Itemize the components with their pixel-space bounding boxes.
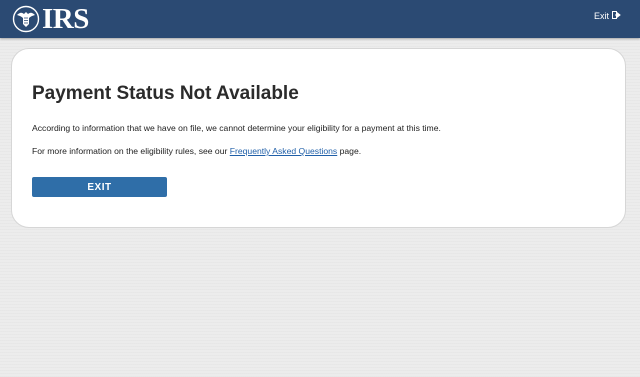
faq-message-suffix: page. bbox=[337, 146, 362, 156]
logo-text: IRS bbox=[42, 3, 89, 35]
header-exit-link[interactable]: Exit bbox=[594, 11, 622, 21]
faq-message-prefix: For more information on the eligibility … bbox=[32, 146, 230, 156]
irs-logo[interactable]: IRS bbox=[12, 4, 89, 34]
exit-button[interactable]: EXIT bbox=[32, 177, 167, 197]
page-title: Payment Status Not Available bbox=[32, 83, 299, 104]
exit-arrow-icon bbox=[612, 11, 622, 21]
eagle-seal-icon bbox=[12, 5, 40, 33]
faq-message: For more information on the eligibility … bbox=[32, 145, 361, 157]
status-card: Payment Status Not Available According t… bbox=[11, 48, 626, 228]
eligibility-message: According to information that we have on… bbox=[32, 123, 441, 133]
site-header: IRS Exit bbox=[0, 0, 640, 38]
faq-link[interactable]: Frequently Asked Questions bbox=[230, 146, 337, 156]
header-exit-label: Exit bbox=[593, 11, 609, 21]
